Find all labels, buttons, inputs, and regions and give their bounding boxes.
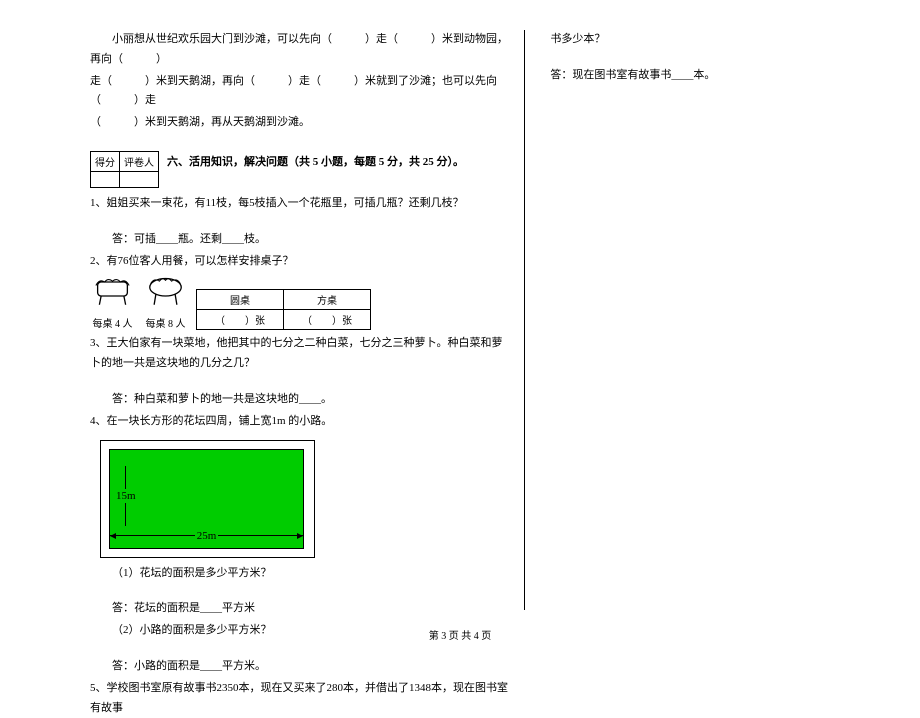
intro-line-2: 走（ ）米到天鹅湖，再向（ ）走（ ）米就到了沙滩；也可以先向（ ）走 — [90, 72, 509, 112]
section-6-header: 得分 评卷人 六、活用知识，解决问题（共 5 小题，每题 5 分，共 25 分）… — [90, 141, 509, 188]
square-table-icon — [90, 275, 135, 313]
q2-text: 2、有76位客人用餐，可以怎样安排桌子？ — [90, 252, 509, 272]
dim-height-label: 15m — [116, 489, 136, 503]
q5-answer: 答：现在图书室有故事书____本。 — [550, 66, 830, 86]
intro-line-1: 小丽想从世纪欢乐园大门到沙滩，可以先向（ ）走（ ）米到动物园，再向（ ） — [90, 30, 509, 70]
q2-th1: 圆桌 — [197, 290, 284, 310]
q2-table: 圆桌 方桌 （ ）张 （ ）张 — [196, 289, 371, 330]
q2-td1: （ ）张 — [197, 310, 284, 330]
score-cell: 得分 — [91, 151, 120, 171]
q1-answer: 答：可插____瓶。还剩____枝。 — [90, 230, 509, 250]
dim-vertical: 15m — [116, 466, 136, 526]
q3-answer: 答：种白菜和萝卜的地一共是这块地的____。 — [90, 390, 509, 410]
dim-width-label: 25m — [195, 530, 219, 542]
q3-text: 3、王大伯家有一块菜地，他把其中的七分之二种白菜，七分之三种萝卜。种白菜和萝卜的… — [90, 334, 509, 374]
round-table-label: 每桌 8 人 — [146, 315, 186, 330]
q4-figure-outer: 15m 25m — [100, 440, 315, 558]
grader-blank — [120, 171, 159, 187]
q2-td2: （ ）张 — [284, 310, 371, 330]
grader-cell: 评卷人 — [120, 151, 159, 171]
q4-ans2: 答：小路的面积是____平方米。 — [90, 657, 509, 677]
left-column: 小丽想从世纪欢乐园大门到沙滩，可以先向（ ）走（ ）米到动物园，再向（ ） 走（… — [90, 30, 525, 610]
section-6-title: 六、活用知识，解决问题（共 5 小题，每题 5 分，共 25 分）。 — [167, 153, 464, 169]
q5-continuation: 书多少本？ — [550, 30, 830, 50]
q2-th2: 方桌 — [284, 290, 371, 310]
right-column: 书多少本？ 答：现在图书室有故事书____本。 — [545, 30, 830, 610]
score-blank — [91, 171, 120, 187]
dim-horizontal: 25m — [110, 530, 303, 542]
q4-sub1: （1）花坛的面积是多少平方米？ — [90, 564, 509, 584]
q2-figures: 每桌 4 人 每桌 8 人 圆桌 方桌 — [90, 275, 509, 330]
q1-text: 1、姐姐买来一束花，有11枝，每5枝插入一个花瓶里，可插几瓶？还剩几枝？ — [90, 194, 509, 214]
q4-ans1: 答：花坛的面积是____平方米 — [90, 599, 509, 619]
round-table-figure: 每桌 8 人 — [143, 275, 188, 330]
q4-figure-inner: 15m 25m — [109, 449, 304, 549]
score-table: 得分 评卷人 — [90, 151, 159, 188]
page-footer: 第 3 页 共 4 页 — [0, 627, 920, 642]
q5-text: 5、学校图书室原有故事书2350本，现在又买来了280本，并借出了1348本，现… — [90, 679, 509, 718]
round-table-icon — [143, 275, 188, 313]
square-table-figure: 每桌 4 人 — [90, 275, 135, 330]
intro-line-3: （ ）米到天鹅湖，再从天鹅湖到沙滩。 — [90, 113, 509, 133]
page-content: 小丽想从世纪欢乐园大门到沙滩，可以先向（ ）走（ ）米到动物园，再向（ ） 走（… — [90, 30, 830, 610]
square-table-label: 每桌 4 人 — [93, 315, 133, 330]
q4-text: 4、在一块长方形的花坛四周，铺上宽1m 的小路。 — [90, 412, 509, 432]
